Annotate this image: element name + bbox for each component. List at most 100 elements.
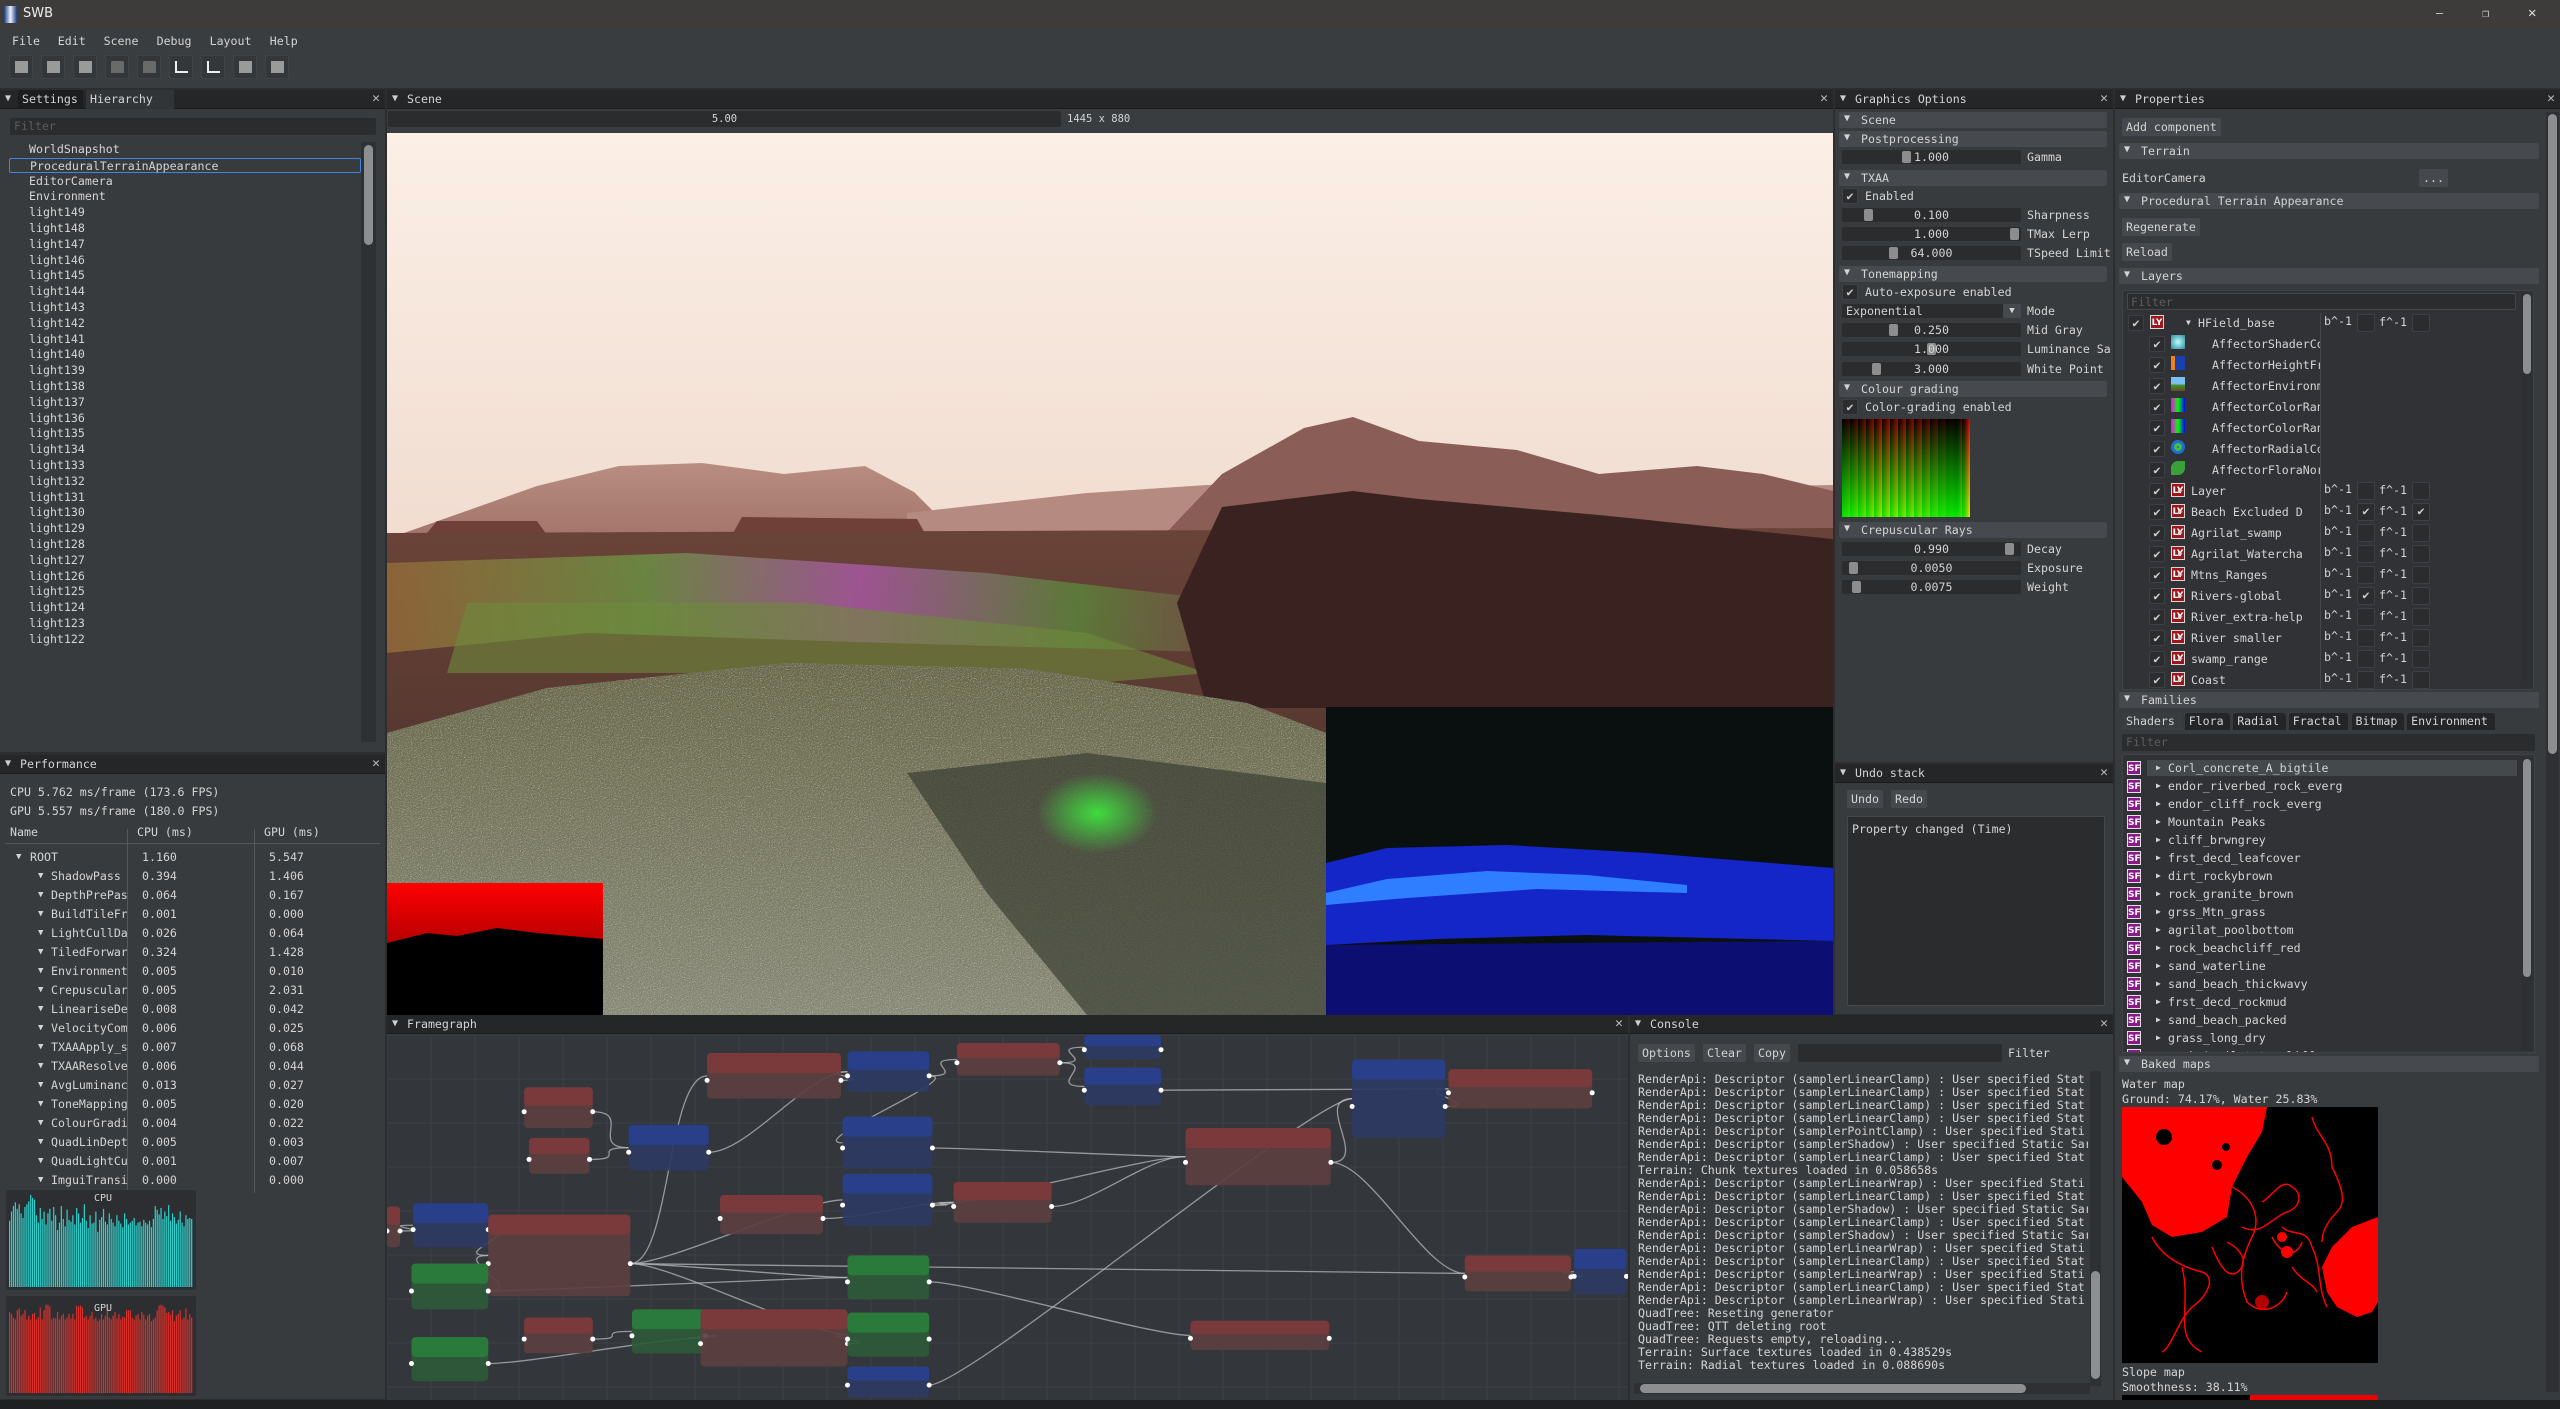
column-header-cpu[interactable]: CPU (ms) (137, 825, 193, 839)
terrain-header[interactable]: ▼ Terrain (2119, 143, 2539, 159)
f-inverse-checkbox[interactable] (2412, 608, 2430, 626)
affector-row[interactable]: ✔ AffectorRadialCo (2123, 439, 2518, 460)
link-icon[interactable] (265, 55, 289, 79)
family-item[interactable]: SF ▶ frst_decd_leafcover (2123, 849, 2518, 867)
close-icon[interactable]: ✕ (2100, 1016, 2108, 1031)
hierarchy-item[interactable]: Environment (9, 189, 361, 204)
close-icon[interactable]: ✕ (2100, 765, 2108, 780)
hierarchy-filter-input[interactable]: Filter (10, 118, 376, 135)
layer-enabled-checkbox[interactable]: ✔ (2149, 378, 2165, 394)
layer-enabled-checkbox[interactable]: ✔ (2149, 630, 2165, 646)
node-pin[interactable] (840, 1145, 846, 1151)
tab-bitmap[interactable]: Bitmap (2351, 713, 2405, 730)
performance-row[interactable]: ▼ TiledForwar 0.324 1.428 (0, 944, 385, 963)
collapsed-icon[interactable]: ▶ (2156, 995, 2161, 1009)
layer-enabled-checkbox[interactable]: ✔ (2149, 672, 2165, 688)
menu-edit[interactable]: Edit (58, 34, 86, 48)
b-inverse-checkbox[interactable] (2357, 545, 2375, 563)
console-copy-button[interactable]: Copy (1754, 1044, 1790, 1062)
b-inverse-checkbox[interactable]: ✔ (2357, 503, 2375, 521)
close-icon[interactable]: ✕ (372, 756, 380, 771)
layer-row[interactable]: ✔ LY ▶ Mtns_Ranges b^-1 f^-1 (2123, 565, 2518, 586)
node-pin[interactable] (1057, 1060, 1063, 1066)
node-pin[interactable] (1445, 1090, 1451, 1096)
expand-icon[interactable]: ▼ (38, 926, 43, 940)
families-scrollbar[interactable] (2521, 757, 2533, 1051)
performance-row[interactable]: ▼ TXAAApply_s 0.007 0.068 (0, 1039, 385, 1058)
tab-fractal[interactable]: Fractal (2288, 713, 2349, 730)
decay-slider[interactable]: 0.990 (1842, 542, 2021, 556)
affector-row[interactable]: ✔ AffectorEnvironm (2123, 376, 2518, 397)
f-inverse-checkbox[interactable] (2412, 545, 2430, 563)
node-pin[interactable] (845, 1073, 851, 1079)
crepuscular-rays-header[interactable]: ▼ Crepuscular Rays (1839, 522, 2107, 538)
family-item[interactable]: SF ▶ endor_cliff_rock_everg (2123, 795, 2518, 813)
b-inverse-checkbox[interactable] (2357, 524, 2375, 542)
framegraph-node[interactable] (845, 1255, 932, 1300)
collapsed-icon[interactable]: ▶ (2156, 869, 2161, 883)
performance-row[interactable]: ▼ LightCullDa 0.026 0.064 (0, 925, 385, 944)
tab-radial[interactable]: Radial (2233, 713, 2286, 730)
framegraph-node[interactable] (954, 1043, 1063, 1076)
node-pin[interactable] (629, 1333, 635, 1339)
properties-scrollbar[interactable] (2546, 112, 2559, 1392)
expand-icon[interactable]: ▼ (38, 1040, 43, 1054)
column-header-gpu[interactable]: GPU (ms) (264, 825, 320, 839)
family-item[interactable]: SF ▶ cliff_brwngrey (2123, 831, 2518, 849)
hierarchy-item[interactable]: ProceduralTerrainAppearance (9, 157, 361, 173)
node-pin[interactable] (1571, 1273, 1577, 1279)
hierarchy-item[interactable]: light140 (9, 347, 361, 362)
node-pin[interactable] (951, 1203, 957, 1209)
node-pin[interactable] (704, 1077, 710, 1083)
family-item[interactable]: SF ▶ dirt_rockybrown (2123, 867, 2518, 885)
expand-icon[interactable]: ▼ (38, 1173, 43, 1187)
tonemapping-header[interactable]: ▼ Tonemapping (1839, 266, 2107, 282)
hierarchy-item[interactable]: light143 (9, 300, 361, 315)
framegraph-node[interactable] (408, 1337, 491, 1382)
node-pin[interactable] (838, 1077, 844, 1083)
layer-enabled-checkbox[interactable]: ✔ (2149, 483, 2165, 499)
layer-enabled-checkbox[interactable]: ✔ (2149, 462, 2165, 478)
tab-flora[interactable]: Flora (2184, 713, 2231, 730)
family-item[interactable]: SF ▶ rock_granite_brown (2123, 885, 2518, 903)
expanded-icon[interactable]: ▼ (2186, 316, 2191, 330)
node-pin[interactable] (845, 1382, 851, 1388)
family-item[interactable]: SF ▶ grass_long_dry (2123, 1029, 2518, 1047)
node-pin[interactable] (1158, 1087, 1164, 1093)
hierarchy-item[interactable]: light124 (9, 600, 361, 615)
expand-icon[interactable]: ▼ (38, 1059, 43, 1073)
menu-debug[interactable]: Debug (157, 34, 192, 48)
console-filter-input[interactable] (1798, 1044, 2002, 1062)
collapse-icon[interactable]: ▼ (1840, 93, 1846, 104)
f-inverse-checkbox[interactable] (2412, 566, 2430, 584)
layer-enabled-checkbox[interactable]: ✔ (2149, 420, 2165, 436)
hierarchy-item[interactable]: light139 (9, 363, 361, 378)
performance-row[interactable]: ▼ VelocityCom 0.006 0.025 (0, 1020, 385, 1039)
group-icon[interactable] (233, 55, 257, 79)
maximize-button[interactable]: ❐ (2482, 6, 2489, 20)
txaa-header[interactable]: ▼ TXAA (1839, 170, 2107, 186)
hierarchy-item[interactable]: light127 (9, 553, 361, 568)
performance-row[interactable]: ▼ AvgLuminanc 0.013 0.027 (0, 1077, 385, 1096)
hierarchy-item[interactable]: light125 (9, 584, 361, 599)
tab-environment[interactable]: Environment (2407, 713, 2496, 730)
console-options-button[interactable]: Options (1638, 1044, 1695, 1062)
console-vscrollbar[interactable] (2090, 1071, 2101, 1386)
layer-row[interactable]: ✔ LY ▶ Layer b^-1 f^-1 (2123, 481, 2518, 502)
menu-file[interactable]: File (12, 34, 40, 48)
expand-icon[interactable]: ▼ (38, 1097, 43, 1111)
expand-icon[interactable]: ▼ (38, 1116, 43, 1130)
weight-slider[interactable]: 0.0075 (1842, 580, 2021, 594)
framegraph-node[interactable] (521, 1317, 596, 1354)
collapsed-icon[interactable]: ▶ (2156, 815, 2161, 829)
open-folder-more-icon[interactable] (137, 55, 161, 79)
node-pin[interactable] (485, 1288, 491, 1294)
expand-icon[interactable]: ▼ (38, 1135, 43, 1149)
collapse-icon[interactable]: ▼ (1635, 1018, 1641, 1029)
affector-row[interactable]: ✔ AffectorShaderCo (2123, 334, 2518, 355)
hierarchy-item[interactable]: light129 (9, 521, 361, 536)
expand-icon[interactable]: ▼ (38, 907, 43, 921)
layers-scrollbar[interactable] (2521, 293, 2533, 687)
node-pin[interactable] (820, 1216, 826, 1222)
auto_exposure-checkbox[interactable]: ✔ (1842, 284, 1858, 300)
